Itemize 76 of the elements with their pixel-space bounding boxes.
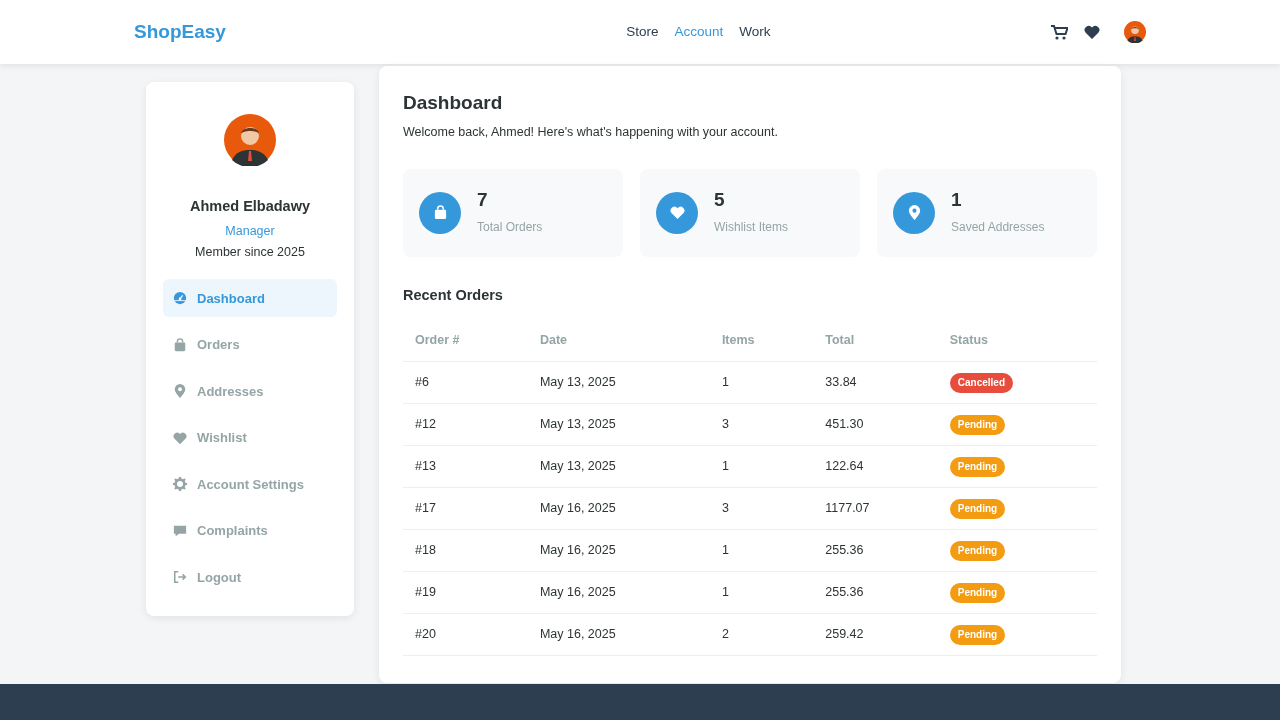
column-header: Date — [527, 319, 710, 362]
profile-role: Manager — [224, 222, 276, 240]
location-pin-icon — [173, 384, 187, 399]
status-pill: Pending — [949, 540, 1006, 561]
status-pill: Pending — [949, 582, 1006, 603]
table-cell: May 13, 2025 — [527, 445, 710, 488]
welcome-text: Welcome back, Ahmed! Here's what's happening with your account. — [403, 123, 779, 141]
column-header: Status — [937, 319, 1097, 362]
heart-icon[interactable] — [1084, 25, 1100, 39]
stat-value: 7 — [477, 189, 489, 212]
avatar-icon — [224, 114, 276, 166]
table-cell: 255.36 — [813, 571, 938, 614]
brand-logo[interactable]: ShopEasy — [134, 17, 226, 47]
sidebar-item[interactable]: Account Settings — [163, 465, 337, 504]
sidebar-item[interactable]: Logout — [163, 558, 337, 597]
section-title: Recent Orders — [403, 286, 504, 304]
table-cell: 1 — [709, 445, 814, 488]
bag-icon — [419, 191, 461, 234]
status-pill: Pending — [949, 456, 1006, 477]
table-cell: #13 — [403, 445, 528, 488]
sidebar-item[interactable]: Orders — [163, 325, 337, 364]
table-cell: 1 — [709, 361, 814, 404]
table-cell: May 13, 2025 — [527, 403, 710, 446]
table-cell: #19 — [403, 571, 528, 614]
sidebar-item[interactable]: Addresses — [163, 372, 337, 411]
table-cell: #12 — [403, 403, 528, 446]
table-cell: 122.64 — [813, 445, 938, 488]
status-pill: Pending — [949, 498, 1006, 519]
stat-label: Total Orders — [477, 218, 543, 236]
sidebar-item[interactable]: Wishlist — [163, 418, 337, 457]
stat-label: Wishlist Items — [714, 218, 788, 236]
nav-link[interactable]: Store — [626, 21, 659, 43]
stat-value: 5 — [714, 189, 726, 212]
heart-icon — [173, 430, 187, 445]
table-cell: 2 — [709, 613, 814, 656]
table-cell: May 16, 2025 — [527, 613, 710, 656]
column-header: Items — [709, 319, 814, 362]
table-cell: 259.42 — [813, 613, 938, 656]
stat-value: 1 — [951, 189, 963, 212]
profile-name: Ahmed Elbadawy — [188, 197, 312, 216]
table-cell: May 16, 2025 — [527, 571, 710, 614]
location-pin-icon — [893, 191, 935, 234]
table-cell: May 16, 2025 — [527, 487, 710, 530]
nav-link[interactable]: Account — [674, 21, 724, 43]
cart-icon[interactable] — [1051, 24, 1068, 40]
logout-icon — [173, 570, 187, 585]
table-cell: 3 — [709, 403, 814, 446]
status-pill: Pending — [949, 624, 1006, 645]
table-cell: 33.84 — [813, 361, 938, 404]
table-cell: #18 — [403, 529, 528, 572]
gauge-icon — [173, 291, 187, 306]
status-pill: Pending — [949, 414, 1006, 435]
sidebar-item[interactable]: Dashboard — [163, 279, 337, 318]
table-cell: #6 — [403, 361, 528, 404]
gear-icon — [173, 477, 187, 492]
table-cell: 451.30 — [813, 403, 938, 446]
table-cell: 1 — [709, 529, 814, 572]
comment-icon — [173, 523, 187, 538]
column-header: Order # — [403, 319, 528, 362]
table-cell: #17 — [403, 487, 528, 530]
bag-icon — [173, 337, 187, 352]
nav-link[interactable]: Work — [739, 21, 771, 43]
page-title: Dashboard — [403, 92, 504, 115]
status-pill: Cancelled — [949, 372, 1014, 393]
avatar-icon[interactable] — [1124, 21, 1146, 43]
table-cell: 255.36 — [813, 529, 938, 572]
table-cell: 1177.07 — [813, 487, 938, 530]
table-cell: May 16, 2025 — [527, 529, 710, 572]
column-header: Total — [813, 319, 938, 362]
table-cell: May 13, 2025 — [527, 361, 710, 404]
stat-label: Saved Addresses — [951, 218, 1045, 236]
member-since: Member since 2025 — [194, 243, 306, 261]
table-cell: 3 — [709, 487, 814, 530]
table-cell: 1 — [709, 571, 814, 614]
table-cell: #20 — [403, 613, 528, 656]
sidebar-item[interactable]: Complaints — [163, 511, 337, 550]
